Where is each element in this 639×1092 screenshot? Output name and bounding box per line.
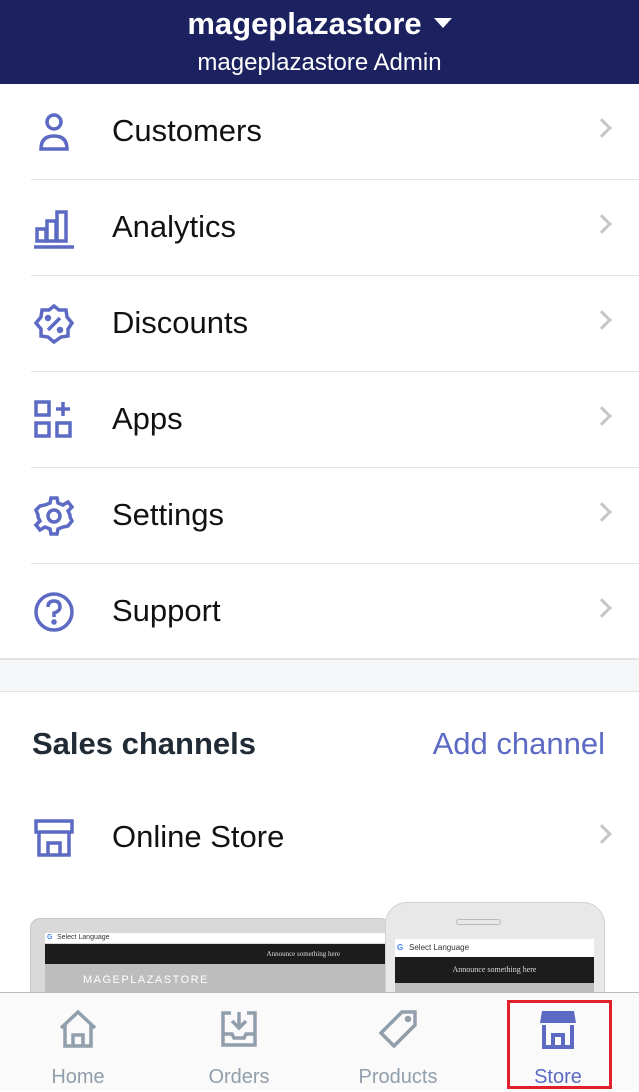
menu-item-customers[interactable]: Customers xyxy=(31,84,639,180)
question-icon xyxy=(34,592,74,632)
preview-brand: MAGEPLAZASTORE xyxy=(45,964,390,992)
store-menu: Customers Analytics Discounts Apps Setti… xyxy=(0,84,639,660)
menu-item-label: Discounts xyxy=(112,305,249,340)
tab-label: Home xyxy=(51,1066,105,1088)
mobile-preview: G Select Language Announce something here xyxy=(385,902,605,992)
menu-item-analytics[interactable]: Analytics xyxy=(31,180,639,276)
analytics-icon xyxy=(34,210,74,249)
menu-item-support[interactable]: Support xyxy=(31,564,639,660)
channel-label: Online Store xyxy=(112,819,285,854)
tab-home[interactable]: Home xyxy=(8,993,148,1092)
sales-channels-title: Sales channels xyxy=(32,726,257,761)
menu-item-label: Support xyxy=(112,593,221,628)
store-subtitle: mageplazastore Admin xyxy=(197,49,442,76)
desktop-preview: G Select Language Announce something here… xyxy=(30,918,390,992)
tag-icon xyxy=(378,1010,417,1049)
chevron-right-icon xyxy=(592,214,612,234)
customer-icon xyxy=(39,113,69,151)
announcement-bar: Announce something here xyxy=(395,957,594,983)
select-language: Select Language xyxy=(57,934,110,941)
channel-online-store[interactable]: Online Store xyxy=(31,790,639,886)
online-store-preview[interactable]: G Select Language Announce something here… xyxy=(30,900,610,992)
select-language: Select Language xyxy=(409,943,470,952)
store-header[interactable]: mageplazastore mageplazastore Admin xyxy=(0,0,639,84)
caret-down-icon xyxy=(433,17,452,28)
add-channel-button[interactable]: Add channel xyxy=(433,726,605,762)
chevron-right-icon xyxy=(592,502,612,522)
tab-products[interactable]: Products xyxy=(328,993,468,1092)
inbox-icon xyxy=(221,1011,257,1047)
chevron-right-icon xyxy=(592,824,612,844)
google-icon: G xyxy=(47,934,53,941)
highlight-box xyxy=(507,1000,612,1089)
store-name: mageplazastore xyxy=(187,6,422,41)
menu-item-label: Settings xyxy=(112,497,225,532)
chevron-right-icon xyxy=(592,118,612,138)
store-icon xyxy=(34,819,74,857)
menu-item-label: Apps xyxy=(112,401,183,436)
google-icon: G xyxy=(397,943,404,952)
gear-icon xyxy=(33,496,75,536)
chevron-right-icon xyxy=(592,406,612,426)
tab-label: Orders xyxy=(208,1066,270,1088)
chevron-right-icon xyxy=(592,598,612,618)
menu-item-label: Customers xyxy=(112,113,262,148)
section-divider xyxy=(0,658,639,692)
discount-icon xyxy=(33,303,75,345)
tab-label: Products xyxy=(358,1066,438,1088)
chevron-right-icon xyxy=(592,310,612,330)
menu-item-apps[interactable]: Apps xyxy=(31,372,639,468)
store-switcher[interactable]: mageplazastore xyxy=(0,6,639,42)
menu-item-discounts[interactable]: Discounts xyxy=(31,276,639,372)
menu-item-settings[interactable]: Settings xyxy=(31,468,639,564)
menu-item-label: Analytics xyxy=(112,209,237,244)
announcement-bar: Announce something here xyxy=(45,944,390,964)
home-icon xyxy=(59,1009,97,1048)
apps-icon xyxy=(34,400,72,438)
tab-orders[interactable]: Orders xyxy=(169,993,309,1092)
